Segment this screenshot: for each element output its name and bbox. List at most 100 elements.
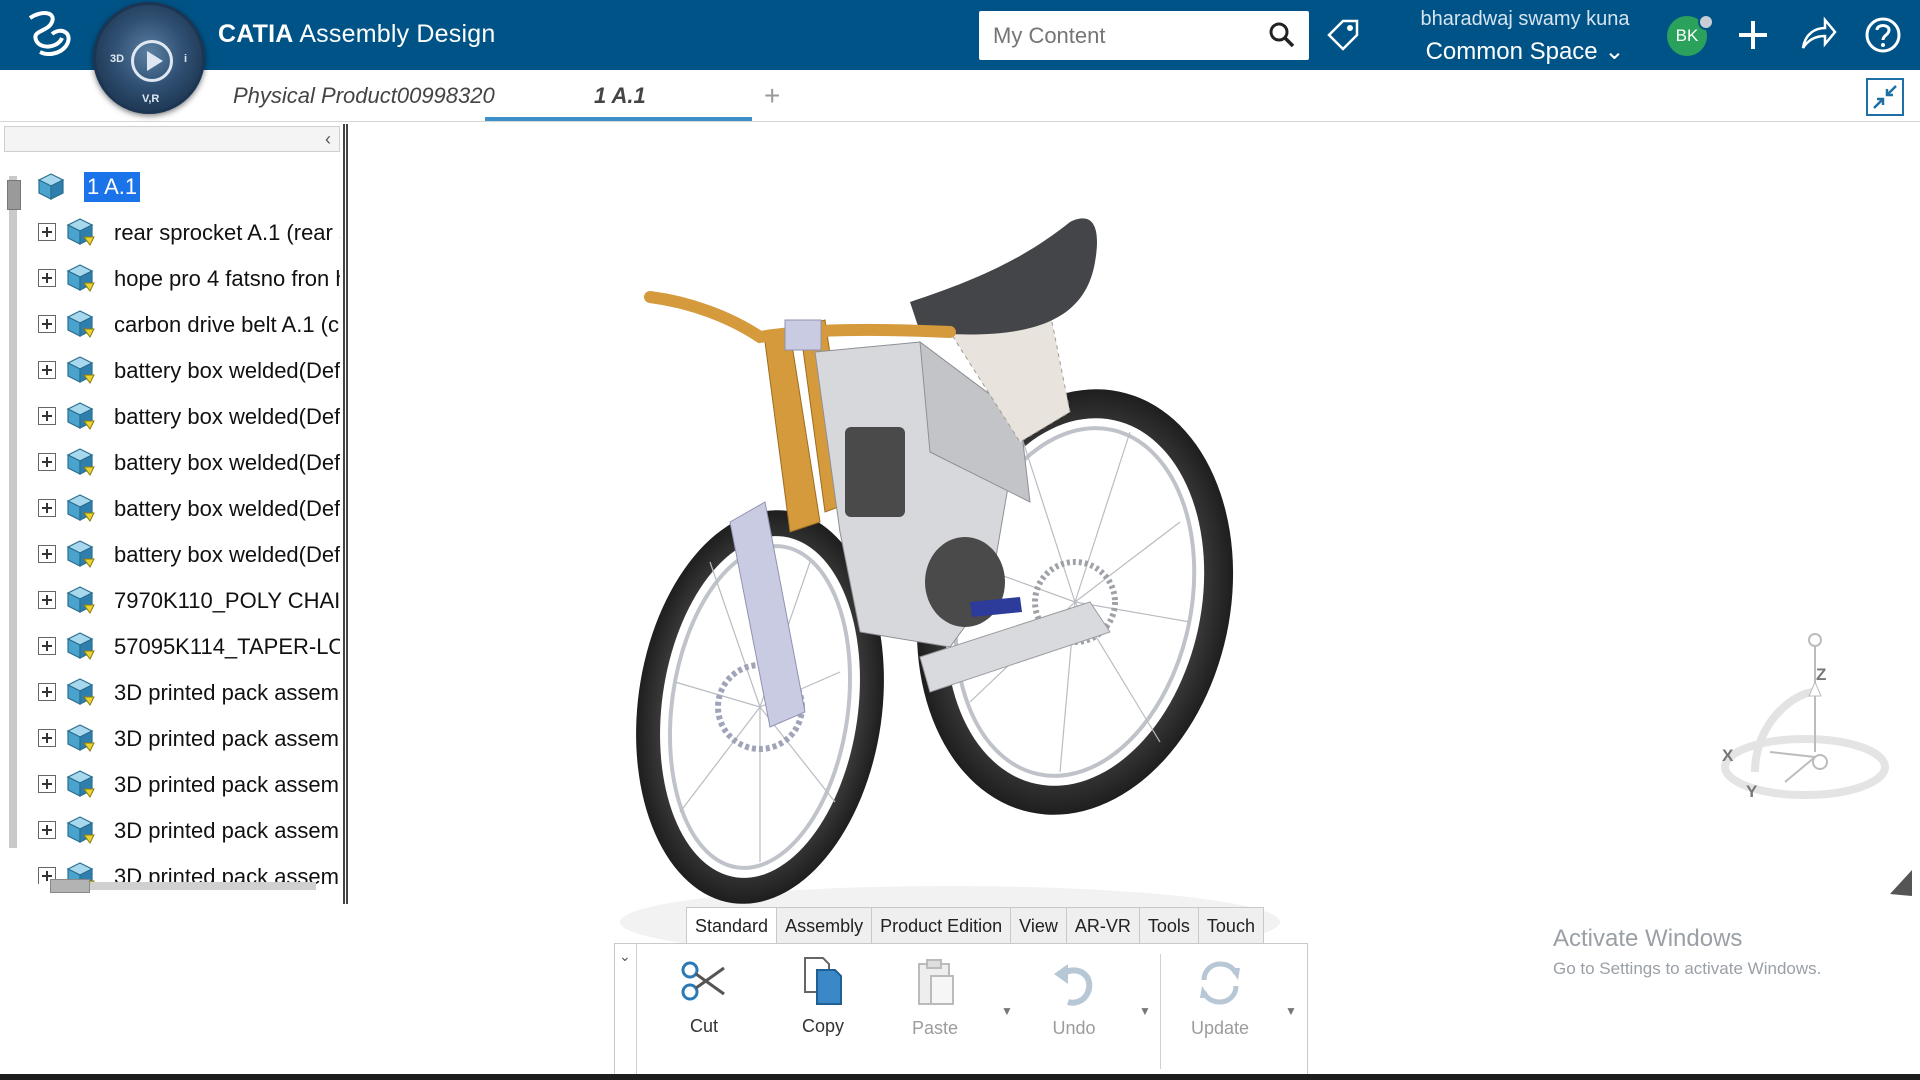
tree-item[interactable]: 3D printed pack assemb bbox=[0, 718, 340, 758]
part-icon bbox=[66, 402, 95, 430]
tag-icon[interactable] bbox=[1325, 17, 1361, 53]
tab-tools[interactable]: Tools bbox=[1139, 908, 1199, 944]
tab-standard[interactable]: Standard bbox=[687, 908, 778, 944]
collaborative-space[interactable]: Common Space ⌄ bbox=[1405, 37, 1645, 66]
help-icon[interactable] bbox=[1864, 16, 1902, 54]
undo-label: Undo bbox=[1052, 1018, 1096, 1038]
axis-triad-icon[interactable] bbox=[1695, 622, 1895, 832]
part-icon bbox=[66, 816, 95, 844]
tree-root-label: 1 A.1 bbox=[84, 172, 141, 202]
expand-icon[interactable] bbox=[38, 775, 56, 793]
tree-splitter[interactable] bbox=[343, 124, 348, 904]
expand-icon[interactable] bbox=[38, 407, 56, 425]
part-icon bbox=[66, 632, 95, 660]
tree-item[interactable]: battery box welded(Defa bbox=[0, 396, 340, 436]
tree-item-label: 3D printed pack assemb bbox=[114, 818, 340, 843]
tree-item[interactable]: battery box welded(Defa bbox=[0, 488, 340, 528]
tree-item[interactable]: rear sprocket A.1 (rear sp bbox=[0, 212, 340, 252]
tab-touch[interactable]: Touch bbox=[1198, 908, 1263, 944]
part-icon bbox=[66, 448, 95, 476]
expand-icon[interactable] bbox=[38, 269, 56, 287]
tree-header-bar: ‹ bbox=[4, 126, 340, 152]
tree-item[interactable]: 7970K110_POLY CHAIN bbox=[0, 580, 340, 620]
undo-button[interactable]: Undo bbox=[1029, 956, 1119, 1039]
tab-1-a-1[interactable]: 1 A.1 bbox=[594, 83, 646, 109]
compass-left-label: 3D bbox=[110, 53, 125, 65]
action-bar-separator bbox=[1160, 954, 1161, 1069]
tab-view[interactable]: View bbox=[1011, 908, 1067, 944]
tree-item[interactable]: battery box welded(Defa bbox=[0, 442, 340, 482]
expand-icon[interactable] bbox=[38, 637, 56, 655]
top-bar: CATIA Assembly Design bharadwaj swamy ku… bbox=[0, 0, 1920, 70]
expand-icon[interactable] bbox=[38, 315, 56, 333]
axis-y-label: Y bbox=[1746, 782, 1758, 801]
scissors-icon bbox=[681, 961, 725, 1001]
document-tabs: Physical Product00998320 1 A.1 + bbox=[0, 70, 1920, 122]
tree-item-label: battery box welded(Defa bbox=[114, 358, 340, 383]
tree-item-label: 7970K110_POLY CHAIN bbox=[114, 588, 340, 613]
add-tab-button[interactable]: + bbox=[764, 80, 780, 112]
fullscreen-collapse-button[interactable] bbox=[1866, 78, 1904, 116]
search-input[interactable] bbox=[993, 23, 1253, 49]
expand-icon[interactable] bbox=[38, 453, 56, 471]
tree-item[interactable]: battery box welded(Defa bbox=[0, 534, 340, 574]
motorbike-3d-model[interactable] bbox=[590, 202, 1370, 982]
search-icon[interactable] bbox=[1269, 22, 1295, 48]
action-bar-collapse-button[interactable]: ⌄ bbox=[615, 944, 637, 1080]
axis-x-label: X bbox=[1722, 746, 1734, 765]
tree-item[interactable]: 3D printed pack assemb bbox=[0, 810, 340, 850]
tree-item-label: 57095K114_TAPER-LOCK bbox=[114, 634, 340, 659]
expand-icon[interactable] bbox=[38, 729, 56, 747]
presence-icon bbox=[1698, 14, 1714, 30]
paste-button[interactable]: Paste bbox=[890, 956, 980, 1039]
tree-item[interactable]: 57095K114_TAPER-LOCK bbox=[0, 626, 340, 666]
tab-ar-vr[interactable]: AR-VR bbox=[1066, 908, 1140, 944]
collapse-tree-icon[interactable]: ‹ bbox=[325, 129, 331, 150]
resize-corner-icon[interactable] bbox=[1888, 868, 1914, 898]
expand-icon[interactable] bbox=[38, 223, 56, 241]
compass-widget[interactable]: 3D i V,R bbox=[93, 2, 205, 114]
tree-item-label: 3D printed pack assemb bbox=[114, 680, 340, 705]
add-icon[interactable] bbox=[1734, 16, 1772, 54]
tree-horizontal-scroll-thumb[interactable] bbox=[50, 879, 90, 893]
undo-options-dropdown[interactable]: ▼ bbox=[1139, 1004, 1151, 1018]
user-menu[interactable]: bharadwaj swamy kuna Common Space ⌄ bbox=[1405, 8, 1645, 66]
tree-item-label: 3D printed pack assemb bbox=[114, 726, 340, 751]
specification-tree: ‹ 1 A.1 rear sprocket A.1 (rear sp hope p… bbox=[0, 122, 350, 912]
tree-item[interactable]: 3D printed pack assemb bbox=[0, 672, 340, 712]
expand-icon[interactable] bbox=[38, 361, 56, 379]
expand-icon[interactable] bbox=[38, 499, 56, 517]
tab-assembly[interactable]: Assembly bbox=[777, 908, 873, 944]
tree-item[interactable]: battery box welded(Defa bbox=[0, 350, 340, 390]
expand-icon[interactable] bbox=[38, 683, 56, 701]
dassault-logo-icon[interactable] bbox=[22, 8, 78, 60]
update-button[interactable]: Update bbox=[1175, 956, 1265, 1039]
tree-root[interactable]: 1 A.1 bbox=[0, 166, 340, 206]
search-box[interactable] bbox=[979, 11, 1309, 60]
compass-bottom-label: V,R bbox=[142, 93, 160, 105]
tree-item-label: hope pro 4 fatsno fron h bbox=[114, 266, 340, 291]
tree-item-label: rear sprocket A.1 (rear sp bbox=[114, 220, 340, 245]
expand-icon[interactable] bbox=[38, 545, 56, 563]
copy-button[interactable]: Copy bbox=[778, 954, 868, 1037]
tab-physical-product[interactable]: Physical Product00998320 bbox=[233, 83, 495, 109]
expand-icon[interactable] bbox=[38, 821, 56, 839]
tree-item-label: battery box welded(Defa bbox=[114, 450, 340, 475]
app-title: CATIA Assembly Design bbox=[218, 20, 495, 49]
copy-icon bbox=[804, 957, 842, 1005]
update-options-dropdown[interactable]: ▼ bbox=[1285, 1004, 1297, 1018]
play-icon[interactable] bbox=[131, 40, 173, 82]
undo-icon bbox=[1054, 964, 1093, 1006]
tree-item[interactable]: 3D printed pack assemb bbox=[0, 764, 340, 804]
expand-icon[interactable] bbox=[38, 591, 56, 609]
taskbar-edge bbox=[0, 1074, 1920, 1080]
windows-activation-watermark: Activate Windows Go to Settings to activ… bbox=[1553, 925, 1821, 979]
tree-item-label: battery box welded(Defa bbox=[114, 496, 340, 521]
tree-item[interactable]: hope pro 4 fatsno fron h bbox=[0, 258, 340, 298]
share-icon[interactable] bbox=[1799, 16, 1837, 54]
tab-product-edition[interactable]: Product Edition bbox=[872, 908, 1012, 944]
tree-item-label: 3D printed pack assemb bbox=[114, 864, 340, 884]
cut-button[interactable]: Cut bbox=[659, 954, 749, 1037]
tree-item[interactable]: carbon drive belt A.1 (ca bbox=[0, 304, 340, 344]
paste-options-dropdown[interactable]: ▼ bbox=[1001, 1004, 1013, 1018]
